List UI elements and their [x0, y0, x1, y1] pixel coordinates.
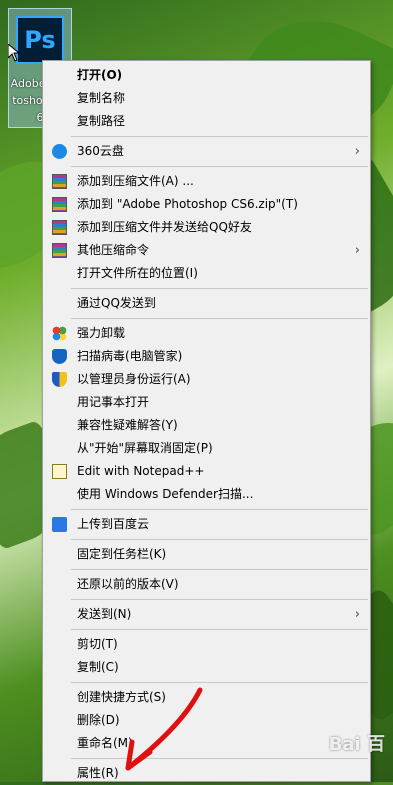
- context-menu: 打开(O) 复制名称复制路径 360云盘 › 添加到压缩文件(A) ... 添加到 "Ad…: [42, 60, 371, 782]
- menu-item[interactable]: 固定到任务栏(K): [43, 543, 370, 566]
- menu-item[interactable]: 删除(D): [43, 709, 370, 732]
- menu-separator: [71, 599, 368, 600]
- menu-item[interactable]: 打开文件所在的位置(I): [43, 262, 370, 285]
- menu-item[interactable]: Edit with Notepad++: [43, 460, 370, 483]
- watermark: Bai 百: [328, 734, 385, 755]
- menu-item[interactable]: 从"开始"屏幕取消固定(P): [43, 437, 370, 460]
- menu-item-label: 剪切(T): [77, 637, 118, 651]
- menu-separator: [71, 136, 368, 137]
- menu-item[interactable]: 创建快捷方式(S): [43, 686, 370, 709]
- menu-item-label: 其他压缩命令: [77, 243, 150, 257]
- submenu-arrow-icon: ›: [354, 144, 360, 159]
- menu-item-label: 固定到任务栏(K): [77, 547, 167, 561]
- menu-item[interactable]: 复制名称: [43, 87, 370, 110]
- menu-item[interactable]: 使用 Windows Defender扫描...: [43, 483, 370, 506]
- menu-item-label: 使用 Windows Defender扫描...: [77, 487, 254, 501]
- menu-item[interactable]: 复制(C): [43, 656, 370, 679]
- menu-item[interactable]: 添加到压缩文件(A) ...: [43, 170, 370, 193]
- menu-item-label: 还原以前的版本(V): [77, 577, 179, 591]
- menu-item-label: 复制名称: [77, 91, 126, 105]
- menu-item-label: 上传到百度云: [77, 517, 150, 531]
- menu-item-label: 添加到 "Adobe Photoshop CS6.zip"(T): [77, 197, 298, 211]
- cloud-360-icon: [52, 144, 67, 159]
- menu-item[interactable]: 发送到(N) ›: [43, 603, 370, 626]
- menu-item-label: 强力卸载: [77, 326, 126, 340]
- menu-item-label: 从"开始"屏幕取消固定(P): [77, 441, 213, 455]
- menu-item[interactable]: 复制路径: [43, 110, 370, 133]
- menu-item[interactable]: 重命名(M): [43, 732, 370, 755]
- menu-item[interactable]: 剪切(T): [43, 633, 370, 656]
- menu-item-label: 复制(C): [77, 660, 119, 674]
- menu-item-label: 重命名(M): [77, 736, 133, 750]
- menu-item[interactable]: 打开(O): [43, 64, 370, 87]
- submenu-arrow-icon: ›: [354, 243, 360, 258]
- menu-item-label: 复制路径: [77, 114, 126, 128]
- menu-item-label: 创建快捷方式(S): [77, 690, 166, 704]
- menu-item[interactable]: 通过QQ发送到: [43, 292, 370, 315]
- menu-item-label: 删除(D): [77, 713, 120, 727]
- uac-shield-icon: [52, 372, 67, 387]
- menu-separator: [71, 569, 368, 570]
- menu-item-label: 打开(O): [77, 68, 123, 82]
- menu-item[interactable]: 用记事本打开: [43, 391, 370, 414]
- menu-item-label: Edit with Notepad++: [77, 464, 205, 478]
- photoshop-icon: Ps: [16, 16, 64, 64]
- menu-item[interactable]: 添加到压缩文件并发送给QQ好友: [43, 216, 370, 239]
- menu-separator: [71, 509, 368, 510]
- menu-item-label: 添加到压缩文件(A) ...: [77, 174, 194, 188]
- menu-separator: [71, 758, 368, 759]
- menu-item[interactable]: 强力卸载: [43, 322, 370, 345]
- menu-item[interactable]: 兼容性疑难解答(Y): [43, 414, 370, 437]
- menu-item[interactable]: 还原以前的版本(V): [43, 573, 370, 596]
- menu-item-label: 通过QQ发送到: [77, 296, 156, 310]
- menu-separator: [71, 166, 368, 167]
- menu-item-label: 兼容性疑难解答(Y): [77, 418, 178, 432]
- notepadpp-icon: [52, 464, 67, 479]
- menu-item[interactable]: 360云盘 ›: [43, 140, 370, 163]
- uninstall-flower-icon: [52, 326, 67, 341]
- qq-pcmgr-shield-icon: [52, 349, 67, 364]
- menu-item-label: 添加到压缩文件并发送给QQ好友: [77, 220, 252, 234]
- menu-separator: [71, 629, 368, 630]
- winrar-icon: [52, 243, 67, 258]
- mouse-cursor-icon: [8, 44, 20, 62]
- menu-separator: [71, 288, 368, 289]
- menu-item-label: 用记事本打开: [77, 395, 150, 409]
- menu-separator: [71, 318, 368, 319]
- menu-item[interactable]: 其他压缩命令 ›: [43, 239, 370, 262]
- menu-item-label: 扫描病毒(电脑管家): [77, 349, 183, 363]
- menu-item-label: 以管理员身份运行(A): [77, 372, 191, 386]
- menu-item-label: 发送到(N): [77, 607, 132, 621]
- menu-item-label: 打开文件所在的位置(I): [77, 266, 198, 280]
- menu-item-label: 360云盘: [77, 144, 124, 158]
- winrar-icon: [52, 174, 67, 189]
- winrar-icon: [52, 220, 67, 235]
- menu-separator: [71, 682, 368, 683]
- winrar-icon: [52, 197, 67, 212]
- menu-separator: [71, 539, 368, 540]
- menu-item[interactable]: 添加到 "Adobe Photoshop CS6.zip"(T): [43, 193, 370, 216]
- submenu-arrow-icon: ›: [354, 607, 360, 622]
- baidu-cloud-icon: [52, 517, 67, 532]
- menu-item[interactable]: 以管理员身份运行(A): [43, 368, 370, 391]
- menu-item[interactable]: 上传到百度云: [43, 513, 370, 536]
- menu-item[interactable]: 扫描病毒(电脑管家): [43, 345, 370, 368]
- menu-item-label: 属性(R): [77, 766, 119, 780]
